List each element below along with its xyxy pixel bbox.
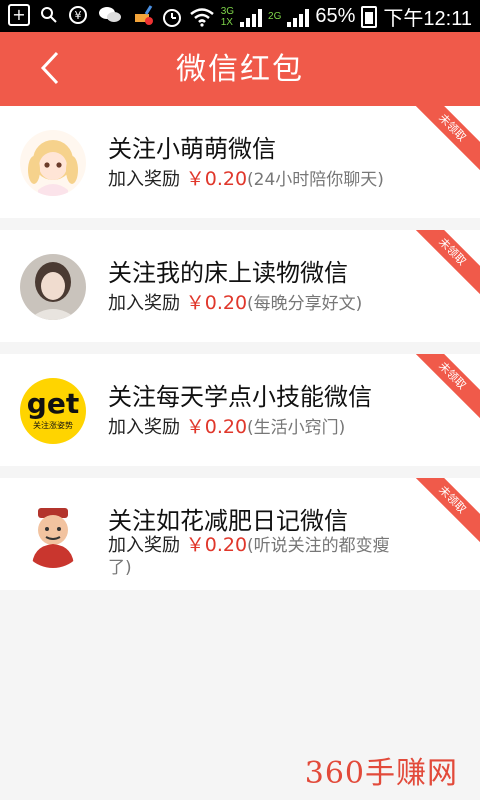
watermark: 360手赚网 (304, 756, 458, 791)
add-icon: + (8, 4, 30, 26)
status-badge: 未领取 (402, 106, 480, 178)
logo-subtext: 关注涨姿势 (33, 421, 73, 430)
net-3g-label: 3G (220, 5, 235, 17)
net-1x-label: 1X (220, 16, 233, 28)
wechat-icon (99, 7, 121, 22)
net-1: 3G 1X (221, 6, 234, 28)
reward-label: 加入奖励 (108, 169, 180, 190)
avatar-cute-girl (20, 130, 86, 196)
alarm-icon (162, 8, 181, 27)
logo-text: get (26, 387, 80, 420)
status-badge: 未领取 (402, 478, 480, 550)
reward-note: (生活小窍门) (247, 418, 346, 438)
item-reward-line: 加入奖励 ￥0.20(生活小窍门) (108, 416, 408, 439)
avatar-get-logo: get 关注涨姿势 (20, 378, 86, 444)
avatar-reading-girl (20, 254, 86, 320)
page-title: 微信红包 (176, 52, 304, 87)
signal-1-icon (240, 7, 263, 27)
battery-icon (361, 5, 378, 28)
signal-2-icon (287, 7, 310, 27)
app-header: 微信红包 (0, 32, 480, 106)
item-title: 关注小萌萌微信 (108, 135, 276, 163)
status-bar: + ¥ 3G 1X 2G 65% 下午12:11 (0, 0, 480, 32)
clock: 下午12:11 (383, 8, 472, 30)
reward-label: 加入奖励 (108, 535, 180, 556)
list-item[interactable]: get 关注涨姿势 关注每天学点小技能微信 加入奖励 ￥0.20(生活小窍门) … (0, 354, 480, 466)
net-2: 2G (268, 11, 281, 22)
wifi-icon (189, 7, 214, 27)
battery-percent: 65% (315, 5, 356, 27)
item-reward-line: 加入奖励 ￥0.20(24小时陪你聊天) (108, 168, 408, 191)
item-title: 关注如花减肥日记微信 (108, 507, 348, 535)
broom-icon (135, 5, 153, 25)
status-badge: 未领取 (402, 230, 480, 302)
list-item[interactable]: 关注如花减肥日记微信 加入奖励 ￥0.20(听说关注的都变瘦了) 未领取 (0, 478, 480, 590)
reward-amount: ￥0.20 (185, 168, 248, 190)
svg-text:¥: ¥ (75, 9, 82, 22)
search-icon (41, 7, 57, 23)
avatar-cartoon-man (20, 502, 86, 568)
reward-amount: ￥0.20 (185, 416, 248, 438)
status-badge: 未领取 (402, 354, 480, 426)
reward-label: 加入奖励 (108, 293, 180, 314)
list-item[interactable]: 关注小萌萌微信 加入奖励 ￥0.20(24小时陪你聊天) 未领取 (0, 106, 480, 218)
net-2g-label: 2G (268, 11, 282, 22)
status-left-icons: + ¥ (8, 4, 154, 26)
reward-note: (24小时陪你聊天) (247, 170, 384, 190)
reward-note: (每晚分享好文) (247, 294, 363, 314)
item-reward-line: 加入奖励 ￥0.20(每晚分享好文) (108, 292, 408, 315)
item-reward-line: 加入奖励 ￥0.20(听说关注的都变瘦了) (108, 534, 408, 579)
reward-amount: ￥0.20 (185, 534, 248, 556)
reward-amount: ￥0.20 (185, 292, 248, 314)
reward-label: 加入奖励 (108, 417, 180, 438)
redpacket-list: 关注小萌萌微信 加入奖励 ￥0.20(24小时陪你聊天) 未领取 关注我的床上读… (0, 106, 480, 602)
status-right: 3G 1X 2G 65% 下午12:11 (161, 2, 472, 31)
list-item[interactable]: 关注我的床上读物微信 加入奖励 ￥0.20(每晚分享好文) 未领取 (0, 230, 480, 342)
yuan-icon: ¥ (69, 6, 87, 24)
item-title: 关注我的床上读物微信 (108, 259, 348, 287)
item-title: 关注每天学点小技能微信 (108, 383, 372, 411)
